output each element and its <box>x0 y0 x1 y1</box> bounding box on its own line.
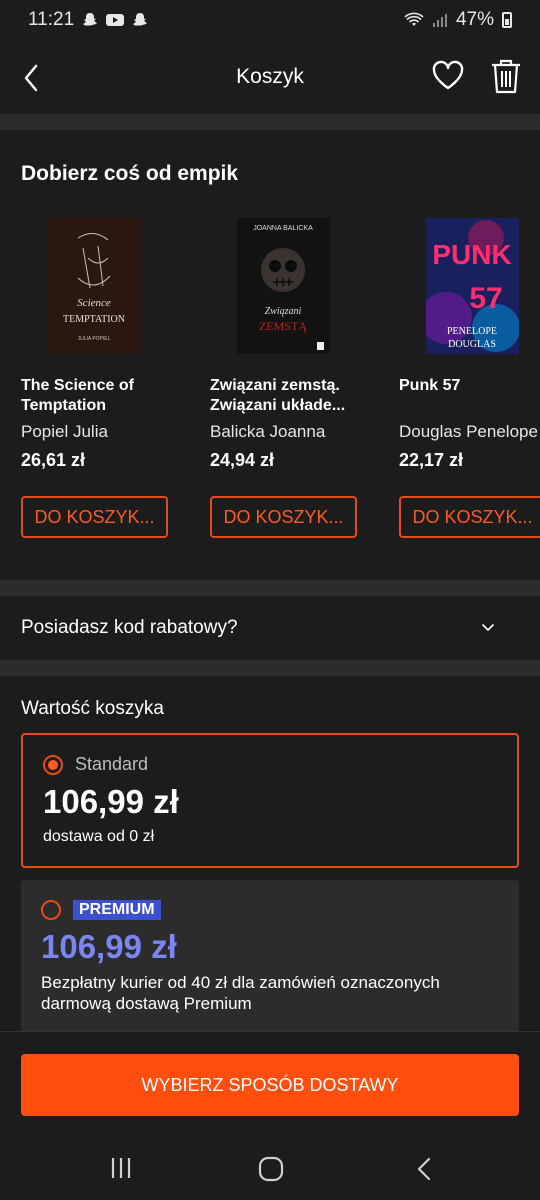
add-to-cart-button[interactable]: DO KOSZYK... <box>210 496 357 538</box>
radio-standard[interactable] <box>43 755 63 775</box>
product-title[interactable]: The Science of Temptation <box>21 376 196 416</box>
back-arrow-icon[interactable] <box>14 58 54 98</box>
cart-value-title: Wartość koszyka <box>21 698 164 719</box>
signal-icon <box>432 14 447 27</box>
nav-back-icon[interactable] <box>413 1156 435 1182</box>
system-nav-bar <box>0 1137 540 1200</box>
status-bar: 11:21 47% <box>0 0 540 40</box>
svg-text:PENELOPE: PENELOPE <box>447 326 497 337</box>
product-price: 26,61 zł <box>21 450 86 470</box>
snapchat-icon <box>133 13 147 26</box>
shipping-option-standard[interactable]: Standard 106,99 zł dostawa od 0 zł <box>21 733 519 868</box>
svg-text:57: 57 <box>469 282 502 315</box>
trash-icon[interactable] <box>488 56 524 96</box>
page-title: Koszyk <box>236 65 304 88</box>
youtube-icon <box>106 14 125 26</box>
recommendations-title: Dobierz coś od empik <box>21 162 239 185</box>
product-carousel[interactable]: Science TEMPTATION JULIA POPIEL The Scie… <box>0 210 540 550</box>
product-author: Douglas Penelope <box>399 422 538 441</box>
svg-text:JOANNA BALICKA: JOANNA BALICKA <box>253 225 313 232</box>
book-cover-image: Science TEMPTATION JULIA POPIEL <box>48 218 141 354</box>
product-author: Balicka Joanna <box>210 422 326 441</box>
standard-price: 106,99 zł <box>43 783 179 820</box>
home-icon[interactable] <box>258 1156 284 1182</box>
shipping-option-premium[interactable]: PREMIUM 106,99 zł Bezpłatny kurier od 40… <box>21 880 519 1040</box>
section-divider <box>0 660 540 676</box>
product-price: 22,17 zł <box>399 450 464 470</box>
product-price: 24,94 zł <box>210 450 275 470</box>
svg-text:ZEMSTĄ: ZEMSTĄ <box>259 319 307 333</box>
product-title[interactable]: Związani zemstą. Związani układe... <box>210 376 385 416</box>
svg-text:PUNK: PUNK <box>432 239 511 270</box>
svg-text:Science: Science <box>77 297 111 309</box>
heart-icon[interactable] <box>430 58 466 94</box>
premium-delivery-note: Bezpłatny kurier od 40 zł dla zamówień o… <box>41 973 440 1013</box>
svg-text:Związani: Związani <box>265 306 302 317</box>
section-divider <box>0 580 540 596</box>
promo-code-label: Posiadasz kod rabatowy? <box>21 617 238 638</box>
book-cover-image: JOANNA BALICKA Związani ZEMSTĄ <box>237 218 330 354</box>
battery-icon <box>502 12 512 28</box>
promo-code-row[interactable]: Posiadasz kod rabatowy? <box>0 596 540 660</box>
svg-text:DOUGLAS: DOUGLAS <box>448 339 496 350</box>
premium-price: 106,99 zł <box>41 928 177 965</box>
status-time: 11:21 <box>28 9 75 30</box>
book-cover-image: PUNK 57 PENELOPE DOUGLAS <box>426 218 519 354</box>
wifi-icon <box>404 12 424 26</box>
section-divider <box>0 114 540 130</box>
svg-text:TEMPTATION: TEMPTATION <box>63 314 125 325</box>
add-to-cart-button[interactable]: DO KOSZYK... <box>21 496 168 538</box>
premium-badge: PREMIUM <box>73 900 161 920</box>
product-author: Popiel Julia <box>21 422 108 441</box>
radio-premium[interactable] <box>41 900 61 920</box>
recents-icon[interactable] <box>108 1157 134 1179</box>
choose-delivery-button[interactable]: WYBIERZ SPOSÓB DOSTAWY <box>21 1054 519 1116</box>
checkout-footer: WYBIERZ SPOSÓB DOSTAWY <box>0 1031 540 1138</box>
snapchat-icon <box>83 13 97 26</box>
standard-label: Standard <box>75 754 149 774</box>
svg-text:JULIA POPIEL: JULIA POPIEL <box>78 336 111 342</box>
battery-percent: 47% <box>455 9 494 30</box>
product-title[interactable]: Punk 57 <box>399 376 540 396</box>
chevron-down-icon[interactable] <box>480 620 496 636</box>
standard-delivery-note: dostawa od 0 zł <box>43 828 155 845</box>
app-bar: Koszyk <box>0 40 540 114</box>
add-to-cart-button[interactable]: DO KOSZYK... <box>399 496 540 538</box>
